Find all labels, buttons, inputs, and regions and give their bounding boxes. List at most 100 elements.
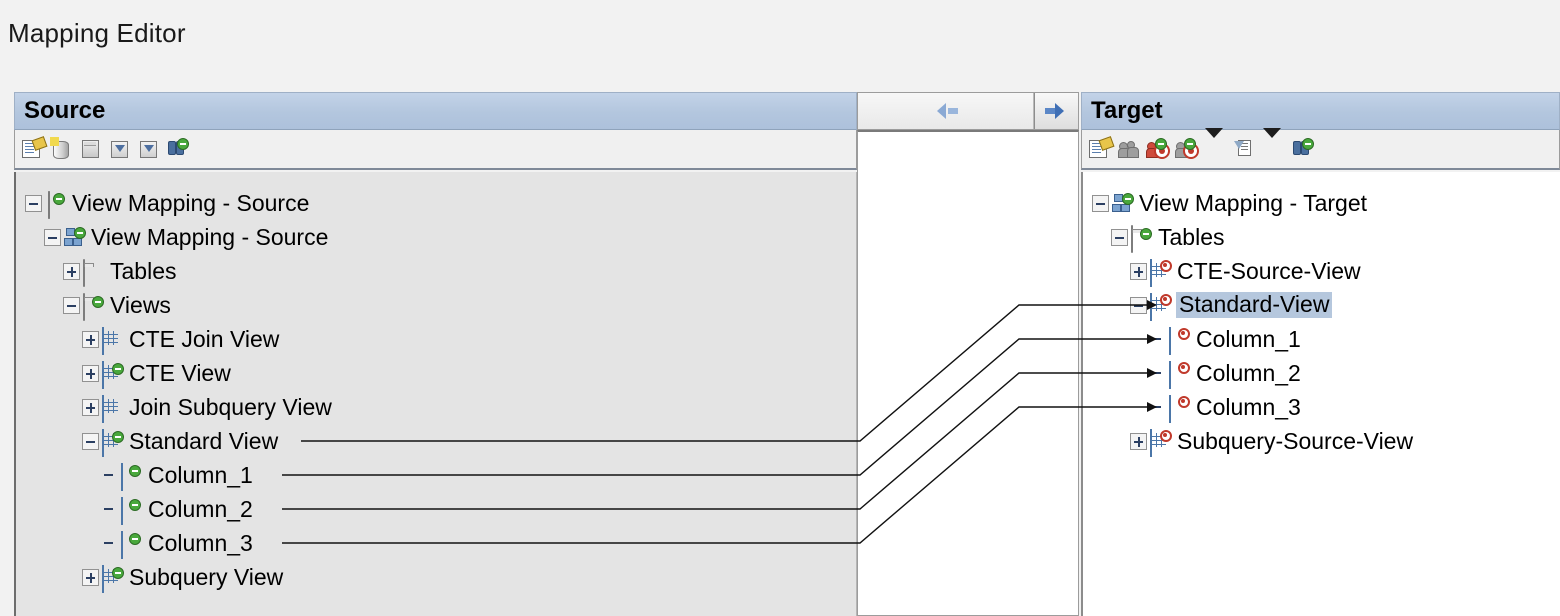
collapse-toggle-icon[interactable] — [25, 194, 42, 212]
tree-node-label: CTE Join View — [129, 325, 280, 352]
users-icon[interactable] — [1118, 138, 1140, 160]
folder-icon — [83, 258, 104, 287]
tree-node-label: Standard-View — [1176, 292, 1333, 318]
source-tree[interactable]: View Mapping - Source View Mapping - Sour… — [14, 172, 857, 616]
page-title: Mapping Editor — [8, 18, 186, 48]
tree-node[interactable]: Standard View — [82, 424, 278, 458]
source-header: Source — [14, 92, 857, 130]
source-toolbar — [14, 130, 857, 170]
tree-node-label: View Mapping - Source — [91, 223, 329, 250]
tree-node-label: View Mapping - Source — [72, 189, 310, 216]
view-new-icon — [102, 428, 124, 457]
schema-icon — [1112, 192, 1134, 213]
properties-icon[interactable] — [1089, 136, 1115, 160]
expand-toggle-icon[interactable] — [82, 568, 99, 586]
expand-toggle-icon[interactable] — [82, 364, 99, 382]
column-icon — [121, 462, 142, 491]
tree-node-label: Standard View — [129, 427, 279, 454]
tree-spacer — [101, 535, 118, 552]
collapse-toggle-icon[interactable] — [1111, 228, 1128, 246]
database-icon — [45, 190, 66, 219]
title-bar: Mapping Editor — [0, 0, 1560, 72]
tree-node-label: Views — [110, 291, 171, 318]
tree-node[interactable]: Column_3 — [1149, 390, 1301, 424]
database-icon[interactable] — [50, 137, 73, 160]
tree-node[interactable]: Subquery-Source-View — [1130, 424, 1413, 458]
folder-new-icon — [1131, 224, 1152, 253]
tree-node-label: Tables — [110, 257, 177, 284]
tree-node[interactable]: Standard-View — [1130, 288, 1333, 322]
mapping-editor-window: Mapping Editor Source View Mapping - Sou… — [0, 0, 1560, 616]
view-new-icon — [102, 564, 124, 593]
tree-node[interactable]: Column_2 — [101, 492, 253, 526]
expand-toggle-icon[interactable] — [63, 262, 80, 280]
schema-icon — [64, 226, 86, 247]
tree-node[interactable]: Column_1 — [101, 458, 253, 492]
collapse-toggle-icon[interactable] — [82, 432, 99, 450]
map-right-button[interactable] — [1034, 93, 1078, 129]
tree-spacer — [101, 467, 118, 484]
tree-node[interactable]: Join Subquery View — [82, 390, 332, 424]
filter-dropdown-icon[interactable] — [1263, 128, 1285, 160]
tree-spacer — [1149, 365, 1166, 382]
expand-toggle-icon[interactable] — [82, 330, 99, 348]
target-header: Target — [1081, 92, 1560, 130]
export-icon[interactable] — [138, 138, 160, 160]
tree-node[interactable]: View Mapping - Source — [44, 220, 328, 254]
tree-node[interactable]: Tables — [1111, 220, 1224, 254]
expand-toggle-icon[interactable] — [82, 398, 99, 416]
tree-node-label: Subquery-Source-View — [1177, 427, 1414, 454]
target-tree[interactable]: View Mapping - Target Tables CTE-Source-Vi… — [1081, 172, 1560, 616]
collapse-toggle-icon[interactable] — [1130, 296, 1147, 314]
collapse-toggle-icon[interactable] — [63, 296, 80, 314]
tree-node-label: Column_1 — [148, 461, 253, 488]
find-icon[interactable] — [1292, 138, 1314, 160]
mapping-canvas[interactable] — [857, 130, 1079, 616]
tree-node[interactable]: CTE Join View — [82, 322, 279, 356]
tree-node[interactable]: View Mapping - Source — [25, 186, 309, 220]
tree-node[interactable]: Column_3 — [101, 526, 253, 560]
target-view-icon — [1150, 258, 1172, 287]
target-toolbar — [1081, 128, 1560, 170]
tree-node-label: CTE View — [129, 359, 231, 386]
map-icon[interactable] — [1175, 138, 1199, 160]
tree-node[interactable]: Subquery View — [82, 560, 283, 594]
column-icon — [121, 530, 142, 559]
view-new-icon — [102, 360, 124, 389]
tree-spacer — [1149, 331, 1166, 348]
target-panel: Target View Mapping - Target Tables CTE-So… — [1081, 92, 1560, 616]
target-view-icon — [1150, 292, 1172, 321]
folder-new-icon — [83, 292, 104, 321]
find-icon[interactable] — [167, 138, 189, 160]
map-left-button[interactable] — [858, 93, 1034, 129]
tree-node[interactable]: Column_1 — [1149, 322, 1301, 356]
column-icon — [121, 496, 142, 525]
import-icon[interactable] — [109, 138, 131, 160]
document-icon[interactable] — [80, 138, 102, 160]
expand-toggle-icon[interactable] — [1130, 432, 1147, 450]
map-dropdown-icon[interactable] — [1205, 128, 1227, 160]
expand-toggle-icon[interactable] — [1130, 262, 1147, 280]
tree-node[interactable]: Views — [63, 288, 171, 322]
collapse-toggle-icon[interactable] — [44, 228, 61, 246]
tree-spacer — [1149, 399, 1166, 416]
target-view-icon — [1150, 428, 1172, 457]
unmap-icon[interactable] — [1146, 138, 1170, 160]
properties-icon[interactable] — [22, 136, 48, 160]
tree-node-label: CTE-Source-View — [1177, 257, 1361, 284]
tree-node-label: View Mapping - Target — [1139, 189, 1368, 216]
target-column-icon — [1169, 360, 1190, 389]
target-column-icon — [1169, 326, 1190, 355]
tree-node[interactable]: CTE View — [82, 356, 231, 390]
filter-icon[interactable] — [1234, 138, 1256, 160]
tree-node-label: Column_3 — [1196, 393, 1301, 420]
tree-node-label: Column_1 — [1196, 325, 1301, 352]
source-panel: Source View Mapping - Source View Mapping… — [14, 92, 857, 616]
collapse-toggle-icon[interactable] — [1092, 194, 1109, 212]
tree-spacer — [101, 501, 118, 518]
tree-node[interactable]: Tables — [63, 254, 176, 288]
tree-node[interactable]: Column_2 — [1149, 356, 1301, 390]
view-icon — [102, 326, 123, 355]
tree-node[interactable]: CTE-Source-View — [1130, 254, 1361, 288]
tree-node[interactable]: View Mapping - Target — [1092, 186, 1367, 220]
